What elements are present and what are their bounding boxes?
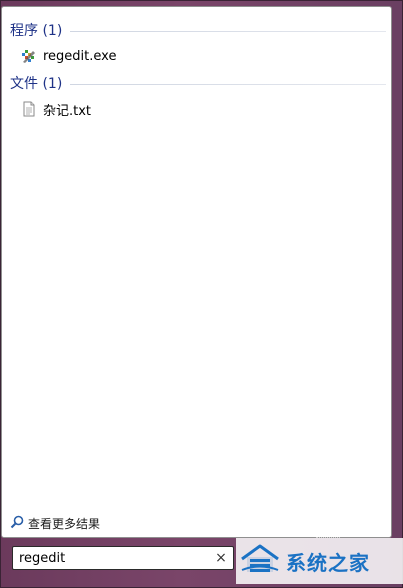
- see-more-label: 查看更多结果: [28, 516, 101, 531]
- group-header-label: 文件 (1): [10, 76, 63, 92]
- search-icon: [10, 514, 24, 533]
- watermark-logo: 系统之家: [236, 538, 403, 584]
- group-header-label: 程序 (1): [10, 23, 63, 39]
- search-input[interactable]: [13, 548, 209, 568]
- result-item-notes-txt[interactable]: 杂记.txt: [21, 98, 221, 120]
- search-box[interactable]: ×: [12, 546, 234, 570]
- watermark-text: 系统之家: [286, 550, 370, 575]
- see-more-results-link[interactable]: 查看更多结果: [10, 513, 100, 533]
- close-icon[interactable]: ×: [213, 550, 229, 566]
- group-divider: [70, 30, 386, 32]
- text-file-icon: [21, 101, 37, 117]
- search-results-panel: 程序 (1) regedit.exe 文件 (1) 杂记.txt 查看更多结果: [1, 6, 392, 538]
- regedit-icon: [21, 48, 37, 64]
- house-logo: [240, 543, 280, 579]
- result-item-regedit[interactable]: regedit.exe: [21, 45, 221, 67]
- result-item-label: regedit.exe: [43, 48, 117, 64]
- group-header-programs: 程序 (1): [10, 20, 386, 40]
- group-divider: [70, 83, 386, 85]
- result-item-label: 杂记.txt: [43, 103, 92, 119]
- group-header-files: 文件 (1): [10, 73, 386, 93]
